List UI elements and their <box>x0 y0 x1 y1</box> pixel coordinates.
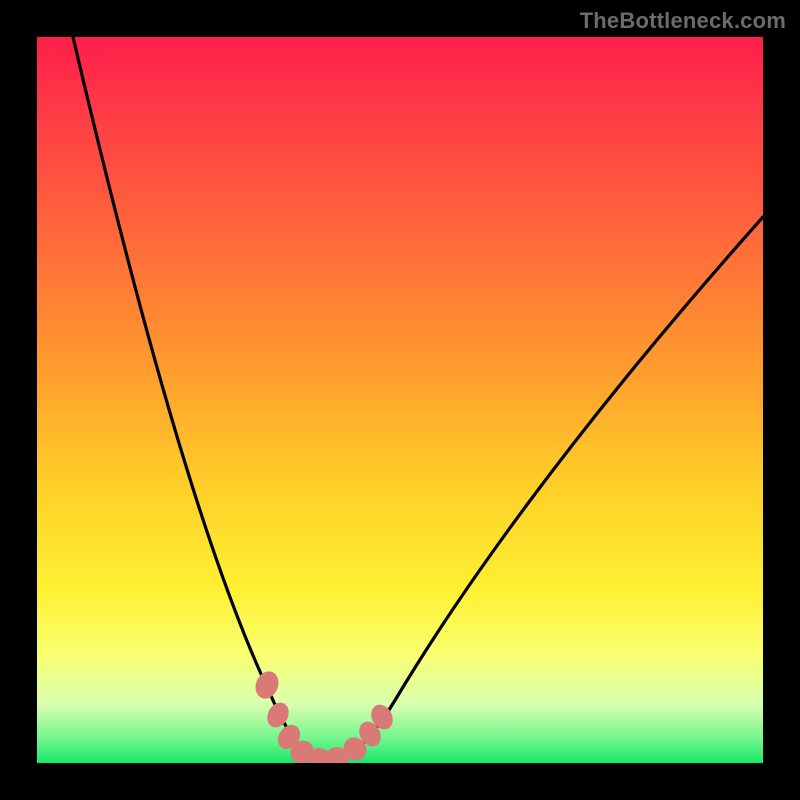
plot-area <box>37 37 763 763</box>
watermark-text: TheBottleneck.com <box>580 8 786 34</box>
curve-marker <box>252 668 283 702</box>
bottleneck-curve-svg <box>37 37 763 763</box>
chart-frame: TheBottleneck.com <box>0 0 800 800</box>
curve-marker-group <box>252 668 397 763</box>
bottleneck-curve-path <box>73 37 763 760</box>
